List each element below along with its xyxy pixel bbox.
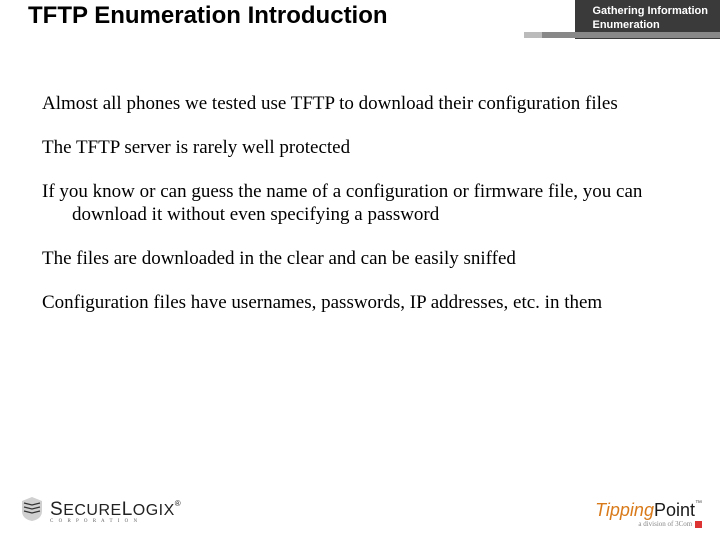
logo-securelogix: SECURELOGIX® C O R P O R A T I O N bbox=[18, 495, 181, 528]
header-notch-dark bbox=[542, 32, 720, 38]
slide-content: Almost all phones we tested use TFTP to … bbox=[42, 92, 678, 335]
slide-title: TFTP Enumeration Introduction bbox=[28, 2, 388, 31]
tippingpoint-wordmark: TippingPoint™ bbox=[595, 500, 702, 521]
three-com-icon bbox=[695, 521, 702, 528]
bullet-item: If you know or can guess the name of a c… bbox=[42, 180, 678, 228]
section-header-line2: Enumeration bbox=[593, 18, 709, 32]
tippingpoint-tagline: a division of 3Com bbox=[595, 520, 702, 528]
securelogix-tagline: C O R P O R A T I O N bbox=[50, 519, 181, 524]
logo-tippingpoint: TippingPoint™ a division of 3Com bbox=[595, 500, 702, 528]
bullet-item: The files are downloaded in the clear an… bbox=[42, 247, 678, 271]
securelogix-wordmark: SECURELOGIX® bbox=[50, 502, 181, 519]
header-notch-light bbox=[524, 32, 542, 38]
bullet-item: Almost all phones we tested use TFTP to … bbox=[42, 92, 678, 116]
bullet-item: Configuration files have usernames, pass… bbox=[42, 291, 678, 315]
section-header-line1: Gathering Information bbox=[593, 4, 709, 18]
footer: SECURELOGIX® C O R P O R A T I O N Tippi… bbox=[0, 492, 720, 532]
bullet-item: The TFTP server is rarely well protected bbox=[42, 136, 678, 160]
securelogix-icon bbox=[18, 495, 46, 528]
